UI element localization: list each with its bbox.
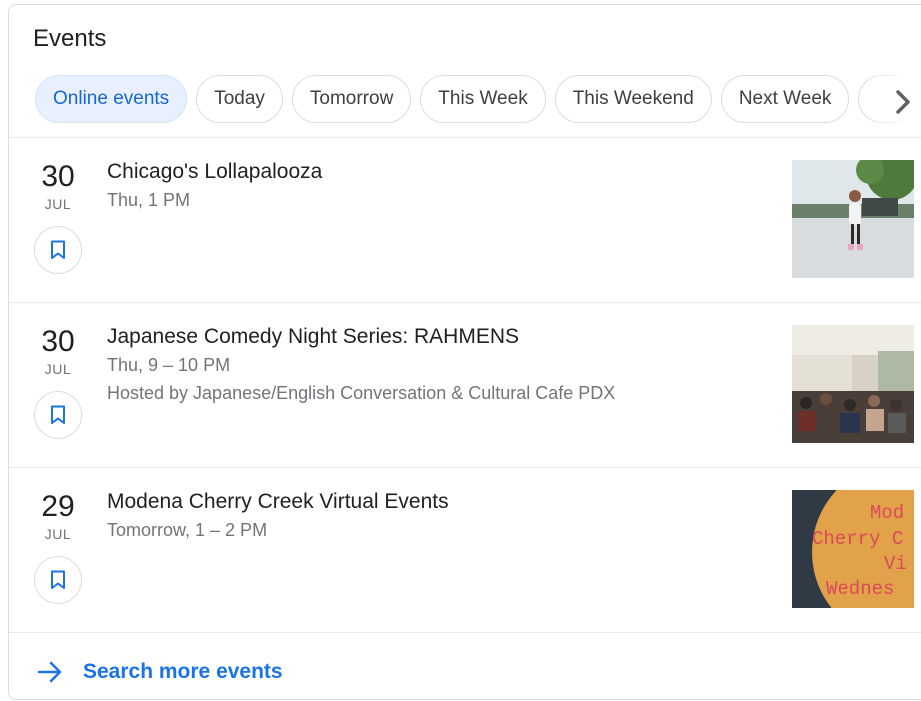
chip-this-weekend[interactable]: This Weekend <box>554 75 712 123</box>
promo-text-line: Vi <box>884 553 907 575</box>
bookmark-icon <box>51 570 65 589</box>
event-time: Thu, 9 – 10 PM <box>107 355 231 375</box>
event-host: Hosted by Japanese/English Conversation … <box>107 383 616 403</box>
event-thumbnail[interactable] <box>792 160 914 278</box>
modena-promo-graphic: Mod Cherry C Vi Wednes <box>792 490 914 608</box>
event-item[interactable]: 30 JUL Chicago's Lollapalooza Thu, 1 PM <box>9 138 921 302</box>
chip-this-week[interactable]: This Week <box>420 75 546 123</box>
promo-text-line: Wednes <box>826 578 894 600</box>
girl-dancing-outdoors-photo <box>792 160 914 278</box>
cafe-audience-photo <box>792 325 914 443</box>
event-month: JUL <box>44 361 72 377</box>
event-month: JUL <box>44 526 72 542</box>
chip-online-events[interactable]: Online events <box>35 75 188 123</box>
event-thumbnail[interactable] <box>792 325 914 443</box>
event-title[interactable]: Modena Cherry Creek Virtual Events <box>107 490 449 514</box>
event-time: Tomorrow, 1 – 2 PM <box>107 520 268 540</box>
section-title: Events <box>33 25 107 52</box>
bookmark-icon <box>51 240 65 259</box>
chip-tomorrow[interactable]: Tomorrow <box>291 75 412 123</box>
event-item[interactable]: 29 JUL Modena Cherry Creek Virtual Event… <box>9 468 921 632</box>
chip-today[interactable]: Today <box>196 75 283 123</box>
event-day: 29 <box>41 490 75 523</box>
search-more-events-label: Search more events <box>83 660 283 683</box>
event-time: Thu, 1 PM <box>107 190 191 210</box>
event-title[interactable]: Japanese Comedy Night Series: RAHMENS <box>107 325 519 349</box>
save-event-button[interactable] <box>34 391 82 439</box>
save-event-button[interactable] <box>34 556 82 604</box>
event-day: 30 <box>41 160 75 193</box>
promo-text-line: Mod <box>870 502 904 524</box>
events-card: Events Online events Today Tomorrow This We… <box>8 4 921 700</box>
event-item[interactable]: 30 JUL Japanese Comedy Night Series: RAH… <box>9 303 921 467</box>
divider <box>9 632 921 633</box>
event-thumbnail[interactable]: Mod Cherry C Vi Wednes <box>792 490 914 608</box>
filter-chips: Online events Today Tomorrow This Week This … <box>35 75 921 125</box>
promo-text-line: Cherry C <box>812 528 903 550</box>
search-more-events-link[interactable]: Search more events <box>37 657 283 687</box>
bookmark-icon <box>51 405 65 424</box>
chevron-right-icon <box>896 90 910 114</box>
arrow-right-icon <box>37 661 62 683</box>
event-month: JUL <box>44 196 72 212</box>
chip-scroll-button[interactable] <box>893 87 921 117</box>
save-event-button[interactable] <box>34 226 82 274</box>
chip-next-week[interactable]: Next Week <box>720 75 850 123</box>
event-title[interactable]: Chicago's Lollapalooza <box>107 160 322 184</box>
event-day: 30 <box>41 325 75 358</box>
